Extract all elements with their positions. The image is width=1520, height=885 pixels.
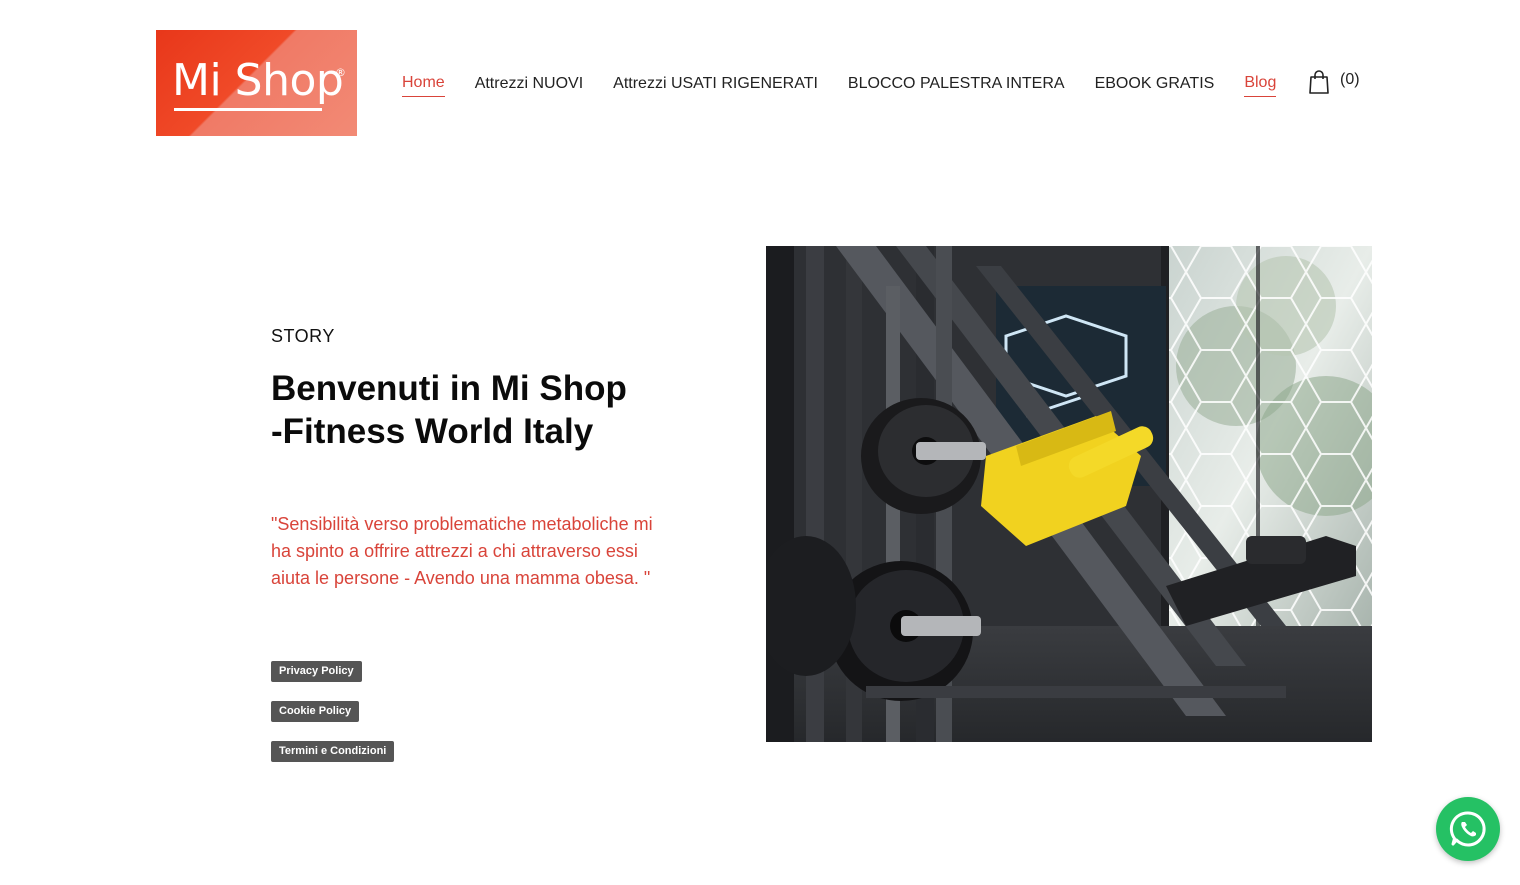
gym-machine-illustration [766,246,1372,742]
terms-conditions-link[interactable]: Termini e Condizioni [271,741,395,762]
logo-registered-mark: ® [335,66,346,79]
section-label: STORY [271,326,335,346]
hero-image [766,246,1372,742]
main-nav: Home Attrezzi NUOVI Attrezzi USATI RIGEN… [402,73,1277,97]
privacy-policy-link[interactable]: Privacy Policy [271,661,362,682]
nav-attrezzi-nuovi[interactable]: Attrezzi NUOVI [475,74,583,97]
logo-underline [174,108,322,111]
nav-ebook-gratis[interactable]: EBOOK GRATIS [1095,74,1215,97]
whatsapp-icon [1449,811,1486,847]
logo-text: Mi Shop [172,55,344,106]
cart-count: (0) [1340,71,1360,88]
cookie-policy-link[interactable]: Cookie Policy [271,701,360,722]
nav-blocco-palestra[interactable]: BLOCCO PALESTRA INTERA [848,74,1065,97]
nav-attrezzi-usati[interactable]: Attrezzi USATI RIGENERATI [613,74,818,97]
site-logo[interactable]: Mi Shop ® [156,30,357,136]
page: Mi Shop ® Home Attrezzi NUOVI Attrezzi U… [0,0,1520,885]
whatsapp-chat-button[interactable] [1436,797,1500,861]
headline-line-1: Benvenuti in Mi Shop [271,369,627,408]
shopping-bag-icon [1309,70,1329,94]
story-quote: "Sensibilità verso problematiche metabol… [271,514,653,588]
nav-home[interactable]: Home [402,73,445,97]
headline-line-2: -Fitness World Italy [271,412,594,451]
page-title: Benvenuti in Mi Shop -Fitness World Ital… [271,367,691,453]
nav-blog[interactable]: Blog [1244,73,1277,97]
cart-button[interactable]: (0) [1308,69,1360,95]
